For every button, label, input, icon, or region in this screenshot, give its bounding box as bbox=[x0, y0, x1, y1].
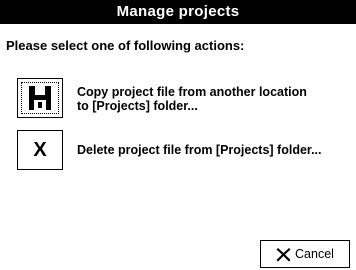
delete-project-label: Delete project file from [Projects] fold… bbox=[77, 143, 322, 157]
copy-label-line-2: to [Projects] folder... bbox=[77, 99, 198, 113]
x-icon bbox=[276, 247, 291, 262]
copy-label-line-1: Copy project file from another location bbox=[77, 85, 307, 99]
copy-project-button[interactable] bbox=[17, 78, 63, 118]
delete-project-button[interactable]: X bbox=[17, 130, 63, 170]
cancel-button[interactable]: Cancel bbox=[260, 240, 350, 268]
floppy-disk-icon bbox=[29, 86, 51, 110]
instruction-text: Please select one of following actions: bbox=[6, 38, 245, 53]
x-icon: X bbox=[33, 139, 47, 161]
cancel-label: Cancel bbox=[295, 247, 334, 261]
copy-project-label: Copy project file from another location … bbox=[77, 85, 307, 113]
window-title: Manage projects bbox=[0, 0, 356, 24]
